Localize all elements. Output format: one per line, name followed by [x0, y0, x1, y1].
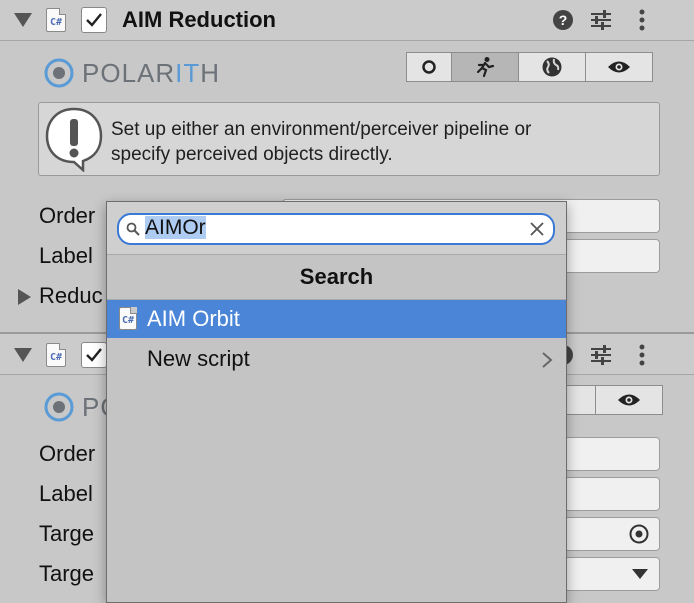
search-box[interactable]: AIMOr	[117, 213, 555, 245]
help-box: Set up either an environment/perceiver p…	[38, 102, 660, 176]
mode-button-eye[interactable]	[585, 52, 653, 82]
search-icon	[126, 222, 140, 236]
order-label: Order	[39, 203, 96, 228]
popup-header: Search	[107, 254, 566, 300]
polarith-logo-icon	[44, 392, 74, 422]
component-enabled-checkbox[interactable]	[81, 342, 107, 368]
help-message: Set up either an environment/perceiver p…	[111, 119, 532, 165]
foldout-arrow-icon[interactable]	[14, 348, 32, 362]
target-label: Targe	[39, 561, 95, 586]
eye-icon	[608, 61, 630, 73]
mode-button-eye[interactable]	[595, 385, 663, 415]
mode-button-running[interactable]	[451, 52, 519, 82]
reduction-label[interactable]: Reduc	[39, 283, 103, 309]
presets-sliders-icon[interactable]	[589, 8, 613, 32]
target-label: Targe	[39, 521, 95, 546]
list-item-aim-orbit[interactable]: C# AIM Orbit	[107, 300, 566, 338]
component-header-aim-reduction[interactable]: C# AIM Reduction ?	[0, 0, 694, 41]
globe-icon	[542, 57, 562, 77]
csharp-script-icon: C#	[119, 307, 137, 330]
foldout-arrow-icon[interactable]	[14, 13, 32, 27]
more-options-kebab-icon[interactable]	[630, 8, 654, 32]
order-label: Order	[39, 441, 96, 466]
running-person-icon	[476, 57, 495, 78]
search-bar-container: AIMOr	[107, 202, 566, 254]
polarith-logo-icon	[44, 58, 74, 88]
presets-sliders-icon[interactable]	[589, 343, 613, 367]
mode-button-circle[interactable]	[406, 52, 452, 82]
search-input[interactable]: AIMOr	[145, 216, 515, 242]
chevron-right-icon	[542, 352, 553, 368]
csharp-script-icon: C#	[46, 8, 66, 32]
info-exclamation-icon	[45, 107, 103, 172]
add-component-popup: AIMOr Search C# AIM Orbit New script	[106, 201, 567, 603]
list-item-new-script[interactable]: New script	[107, 340, 566, 378]
object-picker-icon[interactable]	[628, 523, 650, 545]
reduction-foldout-icon[interactable]	[18, 289, 31, 305]
mode-button-globe[interactable]	[518, 52, 586, 82]
label-label: Label	[39, 481, 93, 506]
help-icon[interactable]: ?	[551, 8, 575, 32]
chevron-down-icon	[632, 569, 648, 579]
component-enabled-checkbox[interactable]	[81, 7, 107, 33]
csharp-script-icon: C#	[46, 343, 66, 367]
circle-icon	[422, 60, 436, 74]
more-options-kebab-icon[interactable]	[630, 343, 654, 367]
component-title: AIM Reduction	[122, 7, 276, 32]
eye-icon	[618, 394, 640, 406]
label-label: Label	[39, 243, 93, 268]
view-mode-toolbar	[406, 52, 653, 82]
clear-search-icon[interactable]	[529, 221, 545, 237]
svg-text:?: ?	[559, 12, 568, 28]
polarith-logo-text: POLARITH	[82, 58, 221, 88]
